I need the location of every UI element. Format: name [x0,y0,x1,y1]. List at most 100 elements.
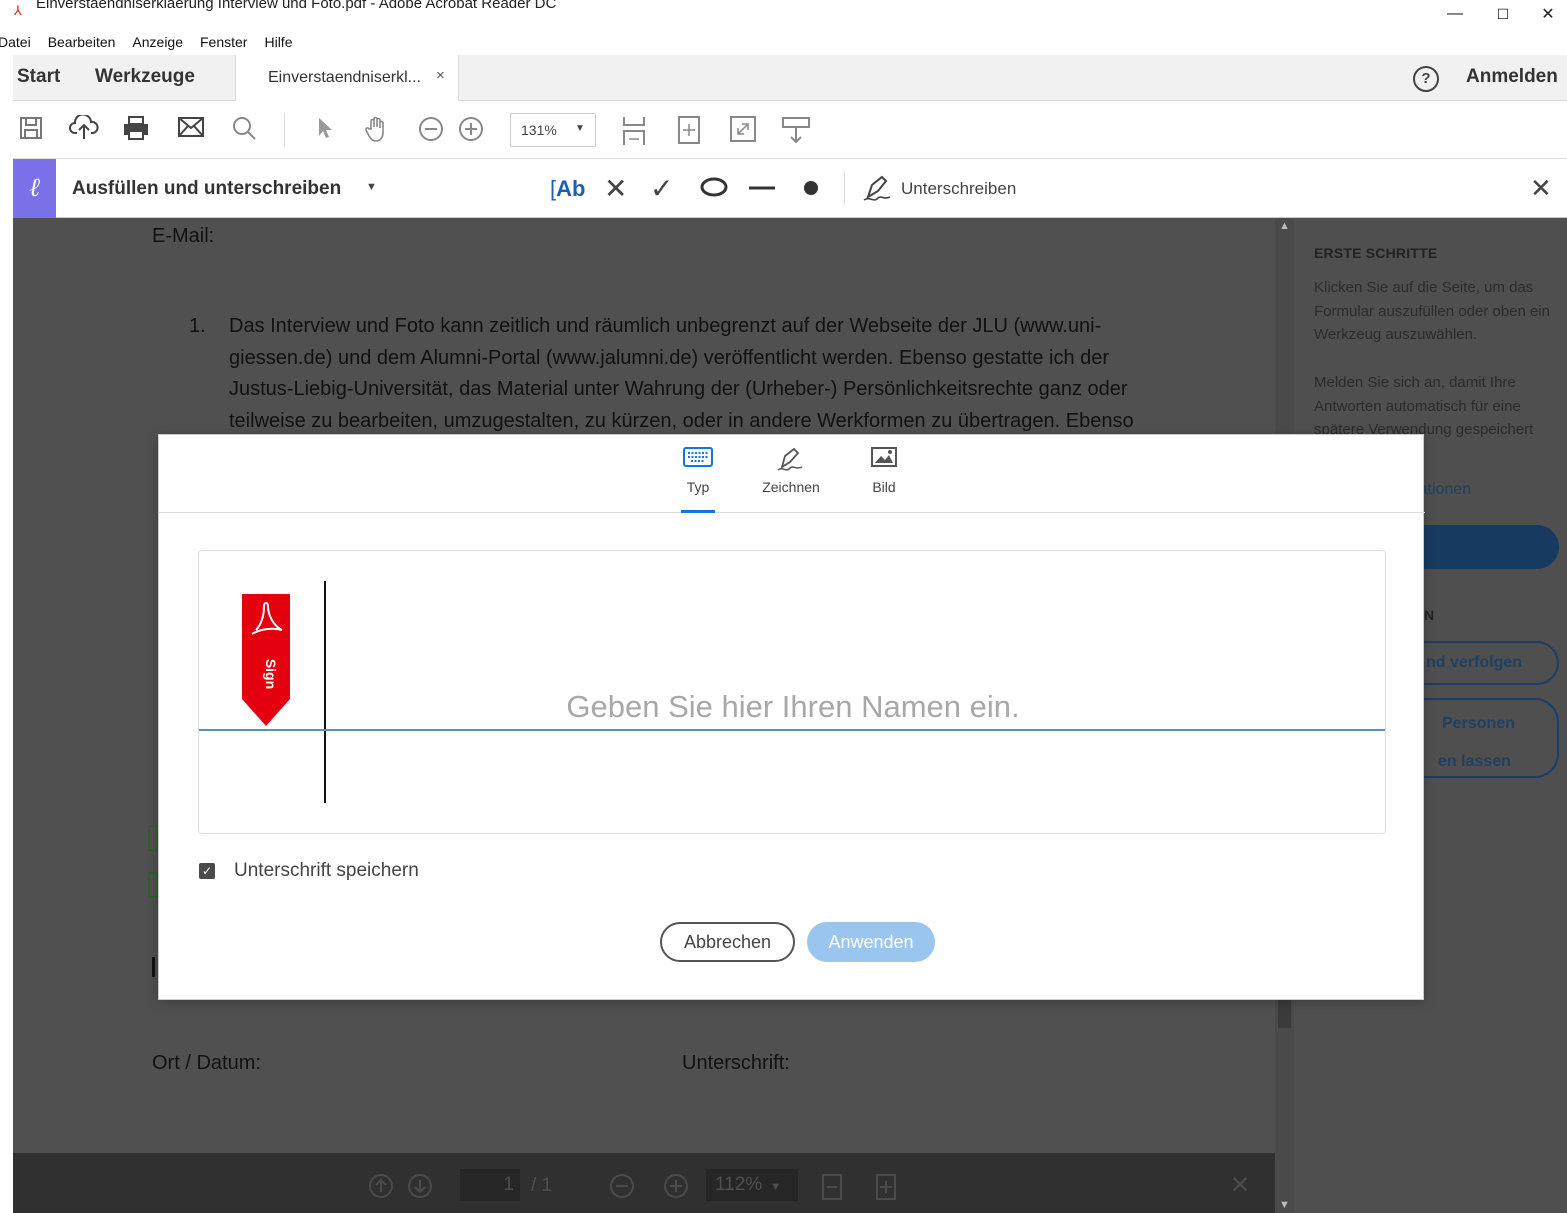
circle-mark-icon[interactable] [699,173,729,205]
tab-row: Start Werkzeuge Einverstaendniserkl... ×… [13,55,1567,101]
tab-draw-label: Zeichnen [762,479,820,495]
title-bar: ⅄ Einverstaendniserklaerung Interview un… [0,0,1567,30]
tab-image[interactable]: Bild [849,445,919,495]
keyboard-icon [663,445,733,477]
nav-close-icon[interactable]: ✕ [1230,1171,1250,1200]
signbar-divider [844,171,845,205]
add-text-tool[interactable]: [Ab [550,173,585,205]
save-signature-label[interactable]: Unterschrift speichern [234,860,419,882]
close-window-button[interactable]: ✕ [1525,0,1567,28]
page-total: / 1 [531,1175,553,1196]
save-icon[interactable] [16,115,46,145]
chevron-down-icon: ▼ [575,123,585,134]
section-heading: N [1424,607,1435,623]
text-fragment [152,957,155,977]
menu-bearbeiten[interactable]: Bearbeiten [48,34,116,50]
sign-flag-text: Sign [263,659,279,689]
menu-anzeige[interactable]: Anzeige [132,34,183,50]
getting-started-heading: ERSTE SCHRITTE [1314,245,1438,261]
paragraph-line: Justus-Liebig-Universität, das Material … [229,378,1128,400]
menu-bar: Datei Bearbeiten Anzeige Fenster Hilfe [0,30,1567,54]
signature-dialog: Typ Zeichnen Bild Sign Geben Sie hier Ih… [158,434,1425,1000]
acrobat-icon: ⅄ [14,3,22,18]
form-field-marker [148,825,158,851]
zoom-select[interactable]: 131% ▼ [510,113,596,147]
tab-document-label: Einverstaendniserkl... [268,69,421,86]
nav-zoom-chevron-icon: ▼ [770,1181,782,1193]
scroll-mode-icon[interactable] [619,115,649,145]
close-tab-icon[interactable]: × [436,67,445,84]
upload-cloud-icon[interactable] [69,113,99,145]
menu-datei[interactable]: Datei [0,34,31,50]
fill-sign-toolbar: ℓ Ausfüllen und unterschreiben ▼ [Ab ✕ ✓… [13,159,1567,218]
mail-icon[interactable] [176,115,206,145]
main-toolbar: 131% ▼ [13,101,1567,159]
fit-page-icon[interactable] [674,115,704,145]
email-label: E-Mail: [152,225,215,247]
read-mode-icon[interactable] [781,115,811,145]
previous-page-icon[interactable] [368,1173,394,1205]
tab-draw[interactable]: Zeichnen [756,445,826,495]
paragraph-line: giessen.de) und dem Alumni-Portal (www.j… [229,347,1110,369]
save-signature-checkbox[interactable]: ✓ [199,863,215,879]
next-page-icon[interactable] [407,1173,433,1205]
tab-start[interactable]: Start [17,66,60,88]
paragraph-line: Das Interview und Foto kann zeitlich und… [229,315,1102,337]
active-tab-indicator [681,510,715,513]
menu-fenster[interactable]: Fenster [200,34,247,50]
signature-label: Unterschrift: [682,1052,790,1074]
scroll-up-icon[interactable]: ▲ [1279,220,1290,232]
maximize-button[interactable]: ☐ [1480,0,1526,28]
dot-mark-icon[interactable] [802,173,820,205]
tab-type-label: Typ [686,479,710,495]
place-date-label: Ort / Datum: [152,1052,261,1074]
minimize-button[interactable]: — [1432,0,1478,28]
tab-type[interactable]: Typ [663,445,733,513]
add-text-label: Ab [556,176,586,201]
nav-zoom-in-icon[interactable] [663,1173,689,1205]
menu-hilfe[interactable]: Hilfe [264,34,292,50]
signature-input-area[interactable]: Sign Geben Sie hier Ihren Namen ein. [198,550,1386,834]
form-field-marker [148,872,158,898]
name-input-placeholder[interactable]: Geben Sie hier Ihren Namen ein. [199,689,1387,725]
fill-sign-tool-icon: ℓ [13,159,56,218]
page-navigation-bar: 1 / 1 112% ▼ ✕ [13,1153,1275,1213]
cancel-button[interactable]: Abbrechen [660,922,795,962]
scroll-down-icon[interactable]: ▼ [1279,1199,1290,1211]
request-signatures-line2: en lassen [1438,753,1511,770]
zoom-value: 131% [521,122,557,138]
signature-baseline [199,729,1385,731]
signin-link[interactable]: Anmelden [1466,66,1558,88]
nav-zoom-value: 112% [715,1174,763,1195]
print-icon[interactable] [121,115,151,145]
nav-fit-page-icon[interactable] [874,1173,898,1207]
nav-zoom-select[interactable]: 112% ▼ [706,1169,798,1201]
full-screen-icon[interactable] [728,115,758,145]
line-mark-icon[interactable] [747,173,777,205]
search-icon[interactable] [229,115,259,145]
zoom-out-icon[interactable] [416,115,446,145]
request-signatures-line1: Personen [1442,715,1515,732]
tab-tools[interactable]: Werkzeuge [95,66,195,88]
window-title: Einverstaendniserklaerung Interview und … [36,0,557,12]
select-pointer-icon[interactable] [309,115,339,145]
hand-tool-icon[interactable] [362,115,392,145]
fill-sign-title[interactable]: Ausfüllen und unterschreiben [72,178,341,200]
check-mark-icon[interactable]: ✓ [650,173,673,205]
getting-started-text: Klicken Sie auf die Seite, um das Formul… [1314,279,1550,343]
sign-pen-icon[interactable] [862,173,894,205]
nav-fit-width-icon[interactable] [820,1173,844,1207]
sign-label[interactable]: Unterschreiben [901,179,1016,199]
tab-document[interactable]: Einverstaendniserkl... × [235,55,459,101]
help-icon[interactable]: ? [1413,66,1439,92]
fill-sign-caret-icon[interactable]: ▼ [366,181,377,193]
zoom-in-icon[interactable] [456,115,486,145]
toolbar-divider [284,113,285,147]
signature-mode-tabs: Typ Zeichnen Bild [159,435,1425,513]
apply-button[interactable]: Anwenden [807,922,935,962]
paragraph-line: teilweise zu bearbeiten, umzugestalten, … [229,410,1134,432]
nav-zoom-out-icon[interactable] [609,1173,635,1205]
close-fill-sign-icon[interactable]: ✕ [1530,173,1552,204]
cross-mark-icon[interactable]: ✕ [604,173,627,205]
page-number-input[interactable]: 1 [460,1169,520,1201]
